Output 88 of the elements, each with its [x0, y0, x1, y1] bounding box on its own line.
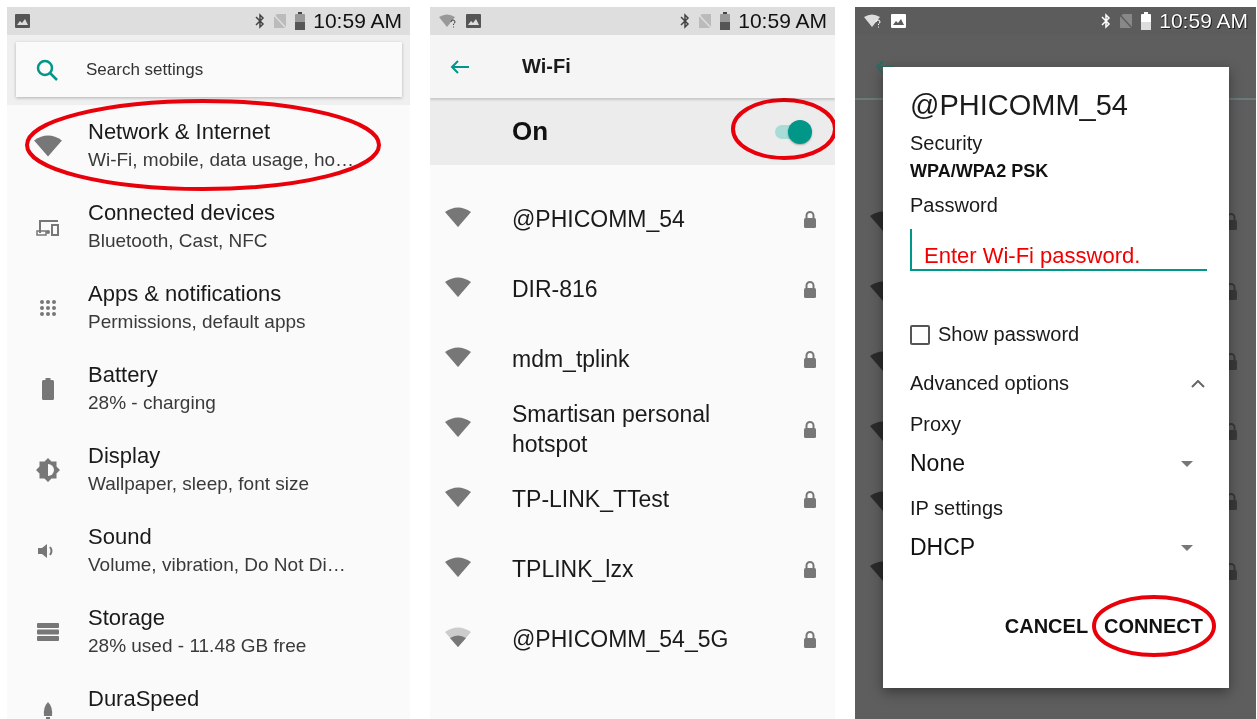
- settings-item-title: Network & Internet: [88, 119, 272, 145]
- network-item[interactable]: @PHICOMM_54: [430, 184, 835, 254]
- network-name: @PHICOMM_54: [512, 205, 686, 234]
- network-name: @PHICOMM_54_5G: [512, 625, 730, 654]
- settings-item-subtitle: 28% used - 11.48 GB free: [88, 635, 307, 657]
- lock-icon: [803, 420, 817, 438]
- ip-settings-label: IP settings: [910, 497, 1005, 520]
- password-label: Password: [910, 194, 999, 217]
- settings-item[interactable]: Display Wallpaper, sleep, font size: [7, 429, 410, 510]
- settings-item-subtitle: Wallpaper, sleep, font size: [88, 473, 310, 495]
- settings-item[interactable]: Apps & notifications Permissions, default apps: [7, 267, 410, 348]
- settings-item-subtitle: 28% - charging: [88, 392, 216, 414]
- network-name: mdm_tplink: [512, 345, 631, 374]
- settings-item-title: Apps & notifications: [88, 281, 283, 307]
- status-time: 10:59 AM: [313, 9, 402, 33]
- settings-item-title: DuraSpeed: [88, 686, 200, 712]
- settings-item-title: Display: [88, 443, 162, 469]
- settings-item-title: Sound: [88, 524, 153, 550]
- settings-item[interactable]: DuraSpeed: [7, 672, 410, 719]
- grid-icon: [38, 299, 57, 317]
- network-item[interactable]: Smartisan personal hotspot: [430, 394, 835, 464]
- settings-item-subtitle: Bluetooth, Cast, NFC: [88, 230, 269, 252]
- battery-icon: [1141, 12, 1152, 30]
- network-item[interactable]: TPLINK_lzx: [430, 534, 835, 604]
- advanced-options-toggle[interactable]: Advanced options: [910, 372, 1207, 395]
- lock-icon: [803, 560, 817, 578]
- network-name: Smartisan personal hotspot: [512, 400, 712, 459]
- image-icon: [891, 14, 906, 28]
- lock-icon: [803, 490, 817, 508]
- password-field[interactable]: Enter Wi-Fi password.: [910, 229, 1207, 271]
- back-arrow-icon[interactable]: [450, 58, 470, 75]
- wifi-question-icon: [863, 14, 883, 28]
- settings-item-title: Connected devices: [88, 200, 276, 226]
- wifi-icon: [32, 135, 63, 157]
- bluetooth-icon: [680, 13, 691, 29]
- lock-icon: [803, 280, 817, 298]
- settings-item[interactable]: Battery 28% - charging: [7, 348, 410, 429]
- settings-item[interactable]: Sound Volume, vibration, Do Not Di…: [7, 510, 410, 591]
- checkbox-label: Show password: [938, 323, 1080, 346]
- network-name: DIR-816: [512, 275, 599, 304]
- search-icon: [36, 58, 58, 81]
- settings-item-title: Storage: [88, 605, 167, 631]
- battery-icon: [41, 378, 54, 400]
- network-item[interactable]: mdm_tplink: [430, 324, 835, 394]
- settings-item-subtitle: Volume, vibration, Do Not Di…: [88, 554, 346, 576]
- checkbox[interactable]: [910, 324, 930, 345]
- bluetooth-icon: [1101, 13, 1112, 29]
- security-label: Security: [910, 132, 984, 155]
- brightness-icon: [35, 458, 60, 482]
- settings-item-title: Battery: [88, 362, 159, 388]
- dropdown-caret-icon: [1181, 460, 1193, 467]
- no-sim-icon: [1119, 13, 1134, 29]
- network-item[interactable]: @PHICOMM_54_5G: [430, 604, 835, 674]
- image-icon: [466, 14, 481, 28]
- lock-icon: [803, 630, 817, 648]
- proxy-label: Proxy: [910, 413, 963, 436]
- battery-icon: [720, 12, 731, 30]
- settings-item[interactable]: Network & Internet Wi-Fi, mobile, data usage, ho…: [7, 105, 410, 186]
- bluetooth-icon: [255, 13, 266, 29]
- network-name: TPLINK_lzx: [512, 555, 635, 584]
- settings-item[interactable]: Storage 28% used - 11.48 GB free: [7, 591, 410, 672]
- status-time: 10:59 AM: [1159, 9, 1248, 33]
- toolbar-title: Wi-Fi: [522, 55, 571, 78]
- status-time: 10:59 AM: [738, 9, 827, 33]
- lock-icon: [803, 350, 817, 368]
- search-input[interactable]: Search settings: [84, 58, 382, 81]
- lock-icon: [803, 210, 817, 228]
- security-value: WPA/WPA2 PSK: [910, 161, 1050, 182]
- search-field[interactable]: Search settings: [16, 42, 402, 97]
- wifi-question-icon: [438, 14, 458, 28]
- settings-item-subtitle: Wi-Fi, mobile, data usage, ho…: [88, 149, 355, 171]
- dialog-title: @PHICOMM_54: [910, 89, 1129, 122]
- no-sim-icon: [698, 13, 713, 29]
- storage-icon: [36, 623, 59, 641]
- battery-icon: [295, 12, 306, 30]
- proxy-dropdown[interactable]: None: [910, 450, 1207, 477]
- dialog-button[interactable]: CANCEL: [1000, 609, 1093, 644]
- dropdown-caret-icon: [1181, 544, 1193, 551]
- network-name: TP-LINK_TTest: [512, 485, 671, 514]
- image-icon: [15, 14, 30, 28]
- no-sim-icon: [273, 13, 288, 29]
- network-item[interactable]: TP-LINK_TTest: [430, 464, 835, 534]
- settings-item-subtitle: Permissions, default apps: [88, 311, 306, 333]
- ip-settings-dropdown[interactable]: DHCP: [910, 534, 1207, 561]
- toggle-label: On: [512, 116, 550, 147]
- network-item[interactable]: DIR-816: [430, 254, 835, 324]
- settings-item[interactable]: Connected devices Bluetooth, Cast, NFC: [7, 186, 410, 267]
- devices-icon: [35, 218, 60, 236]
